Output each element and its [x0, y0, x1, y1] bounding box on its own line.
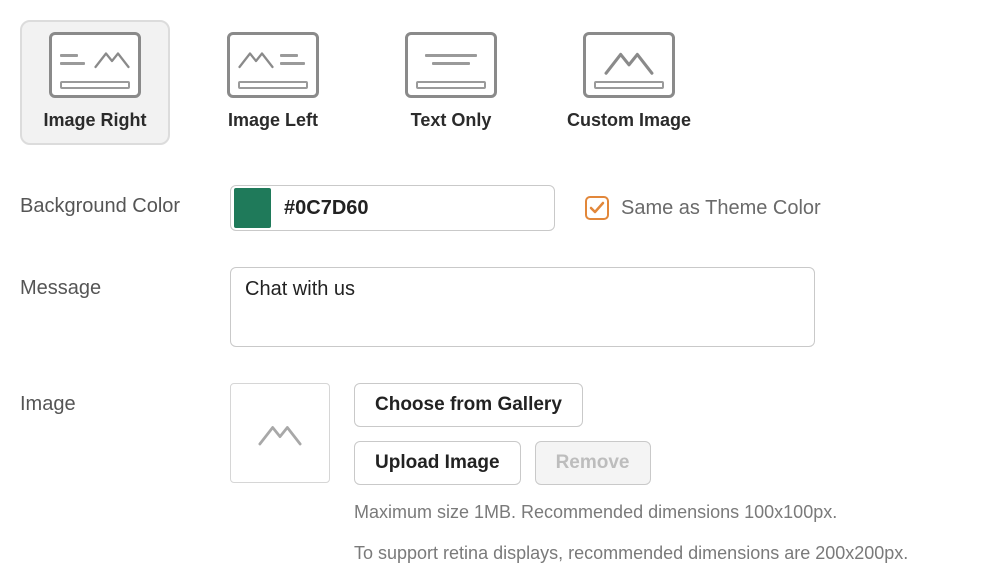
- image-hint-2: To support retina displays, recommended …: [354, 540, 908, 567]
- color-input-group: [230, 185, 555, 231]
- image-placeholder-icon: [258, 418, 302, 448]
- check-icon: [589, 200, 605, 216]
- option-text-only[interactable]: Text Only: [376, 20, 526, 145]
- option-label: Image Left: [228, 110, 318, 131]
- image-placeholder-icon: [94, 46, 130, 72]
- row-background-color: Background Color Same as Theme Color: [20, 185, 980, 231]
- choose-from-gallery-button[interactable]: Choose from Gallery: [354, 383, 583, 427]
- row-image: Image Choose from Gallery Upload Image R…: [20, 383, 980, 567]
- remove-image-button[interactable]: Remove: [535, 441, 651, 485]
- option-custom-image[interactable]: Custom Image: [554, 20, 704, 145]
- image-placeholder-icon: [238, 46, 274, 72]
- image-placeholder-icon: [604, 44, 654, 74]
- row-message: Message: [20, 267, 980, 347]
- color-hex-input[interactable]: [274, 196, 554, 221]
- message-textarea[interactable]: [230, 267, 815, 347]
- image-label: Image: [20, 383, 230, 416]
- color-swatch[interactable]: [234, 188, 271, 228]
- option-preview: [405, 32, 497, 98]
- option-label: Image Right: [43, 110, 146, 131]
- option-preview: [227, 32, 319, 98]
- message-label: Message: [20, 267, 230, 300]
- same-as-theme-checkbox[interactable]: [585, 196, 609, 220]
- same-as-theme-label: Same as Theme Color: [621, 197, 821, 220]
- image-thumbnail[interactable]: [230, 383, 330, 483]
- image-hint-1: Maximum size 1MB. Recommended dimensions…: [354, 499, 908, 526]
- option-preview: [583, 32, 675, 98]
- option-image-left[interactable]: Image Left: [198, 20, 348, 145]
- background-color-label: Background Color: [20, 185, 230, 218]
- option-label: Custom Image: [567, 110, 691, 131]
- upload-image-button[interactable]: Upload Image: [354, 441, 521, 485]
- option-image-right[interactable]: Image Right: [20, 20, 170, 145]
- layout-options-row: Image Right Image Left: [20, 20, 980, 145]
- option-label: Text Only: [411, 110, 492, 131]
- option-preview: [49, 32, 141, 98]
